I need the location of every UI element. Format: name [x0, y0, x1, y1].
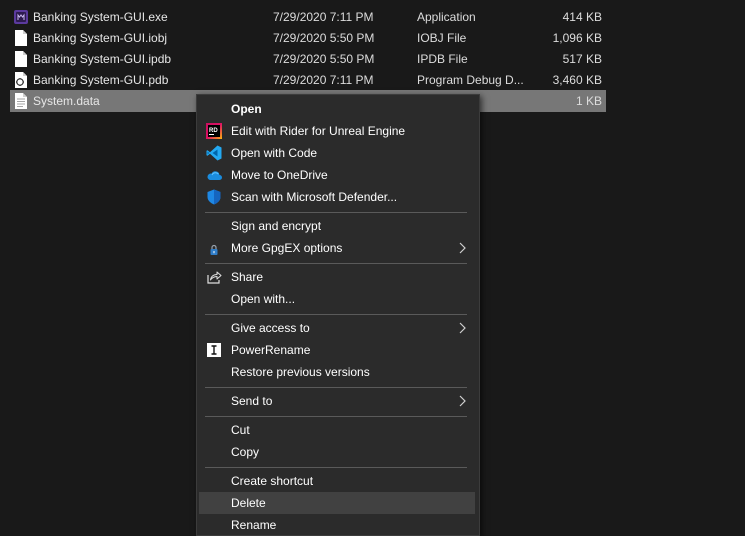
menu-item-delete[interactable]: Delete — [199, 492, 475, 514]
file-name: System.data — [33, 94, 100, 108]
menu-item-label: Restore previous versions — [231, 365, 370, 379]
file-size: 3,460 KB — [552, 73, 602, 87]
menu-item-label: PowerRename — [231, 343, 311, 357]
menu-item-restore-previous[interactable]: Restore previous versions — [199, 361, 475, 383]
menu-item-label: Scan with Microsoft Defender... — [231, 190, 398, 204]
file-row[interactable]: Banking System-GUI.exe 7/29/2020 7:11 PM… — [10, 6, 606, 28]
file-name: Banking System-GUI.pdb — [33, 73, 169, 87]
file-size: 517 KB — [562, 52, 602, 66]
share-icon — [207, 271, 222, 284]
file-size: 414 KB — [562, 10, 602, 24]
app-exe-icon — [14, 10, 28, 24]
svg-text:RD: RD — [209, 128, 218, 134]
menu-item-move-to-onedrive[interactable]: Move to OneDrive — [199, 164, 475, 186]
onedrive-icon — [207, 171, 222, 180]
context-menu: Open RD Edit with Rider for Unreal Engin… — [196, 94, 480, 536]
menu-item-sign-and-encrypt[interactable]: Sign and encrypt — [199, 215, 475, 237]
file-type: IPDB File — [417, 52, 468, 66]
menu-item-label: Open — [231, 102, 262, 116]
text-file-icon — [15, 93, 27, 109]
menu-item-label: More GpgEX options — [231, 241, 343, 255]
menu-item-send-to[interactable]: Send to — [199, 390, 475, 412]
gpgex-lock-icon — [210, 244, 218, 255]
menu-separator — [205, 263, 467, 264]
menu-item-label: Sign and encrypt — [231, 219, 322, 233]
chevron-right-icon — [459, 395, 466, 407]
menu-item-label: Open with Code — [231, 146, 318, 160]
menu-item-cut[interactable]: Cut — [199, 419, 475, 441]
menu-separator — [205, 387, 467, 388]
file-name: Banking System-GUI.iobj — [33, 31, 168, 45]
menu-item-label: Rename — [231, 518, 277, 532]
menu-item-give-access[interactable]: Give access to — [199, 317, 475, 339]
file-date: 7/29/2020 7:11 PM — [273, 73, 374, 87]
menu-separator — [205, 416, 467, 417]
menu-item-label: Cut — [231, 423, 250, 437]
menu-separator — [205, 314, 467, 315]
menu-item-label: Edit with Rider for Unreal Engine — [231, 124, 406, 138]
menu-item-label: Create shortcut — [231, 474, 314, 488]
file-row[interactable]: Banking System-GUI.pdb 7/29/2020 7:11 PM… — [10, 69, 606, 91]
menu-item-label: Give access to — [231, 321, 310, 335]
file-name: Banking System-GUI.ipdb — [33, 52, 172, 66]
menu-separator — [205, 212, 467, 213]
menu-item-powerrename[interactable]: PowerRename — [199, 339, 475, 361]
file-size: 1,096 KB — [552, 31, 602, 45]
menu-item-label: Copy — [231, 445, 260, 459]
menu-item-label: Move to OneDrive — [231, 168, 328, 182]
rider-icon: RD — [206, 123, 222, 139]
menu-item-create-shortcut[interactable]: Create shortcut — [199, 470, 475, 492]
menu-item-open-with-code[interactable]: Open with Code — [199, 142, 475, 164]
file-type: Program Debug D... — [417, 73, 524, 87]
menu-item-scan-defender[interactable]: Scan with Microsoft Defender... — [199, 186, 475, 208]
chevron-right-icon — [459, 322, 466, 334]
menu-item-open[interactable]: Open — [199, 98, 475, 120]
menu-item-rename[interactable]: Rename — [199, 514, 475, 536]
file-date: 7/29/2020 5:50 PM — [273, 31, 375, 45]
file-type: IOBJ File — [417, 31, 467, 45]
file-icon — [15, 30, 27, 46]
menu-item-rider[interactable]: RD Edit with Rider for Unreal Engine — [199, 120, 475, 142]
file-date: 7/29/2020 7:11 PM — [273, 10, 374, 24]
vscode-icon — [206, 145, 222, 161]
menu-item-share[interactable]: Share — [199, 266, 475, 288]
file-date: 7/29/2020 5:50 PM — [273, 52, 375, 66]
file-type: Application — [417, 10, 476, 24]
file-size: 1 KB — [575, 94, 602, 108]
menu-item-copy[interactable]: Copy — [199, 441, 475, 463]
menu-item-label: Delete — [231, 496, 266, 510]
pdb-file-icon — [15, 72, 27, 88]
menu-item-label: Send to — [231, 394, 273, 408]
file-icon — [15, 51, 27, 67]
menu-item-gpgex-options[interactable]: More GpgEX options — [199, 237, 475, 259]
menu-item-label: Open with... — [231, 292, 296, 306]
file-row[interactable]: Banking System-GUI.iobj 7/29/2020 5:50 P… — [10, 27, 606, 49]
menu-item-open-with[interactable]: Open with... — [199, 288, 475, 310]
menu-item-label: Share — [231, 270, 264, 284]
defender-shield-icon — [207, 189, 221, 205]
file-row[interactable]: Banking System-GUI.ipdb 7/29/2020 5:50 P… — [10, 48, 606, 70]
chevron-right-icon — [459, 242, 466, 254]
powerrename-icon — [207, 343, 221, 357]
menu-separator — [205, 467, 467, 468]
file-name: Banking System-GUI.exe — [33, 10, 168, 24]
